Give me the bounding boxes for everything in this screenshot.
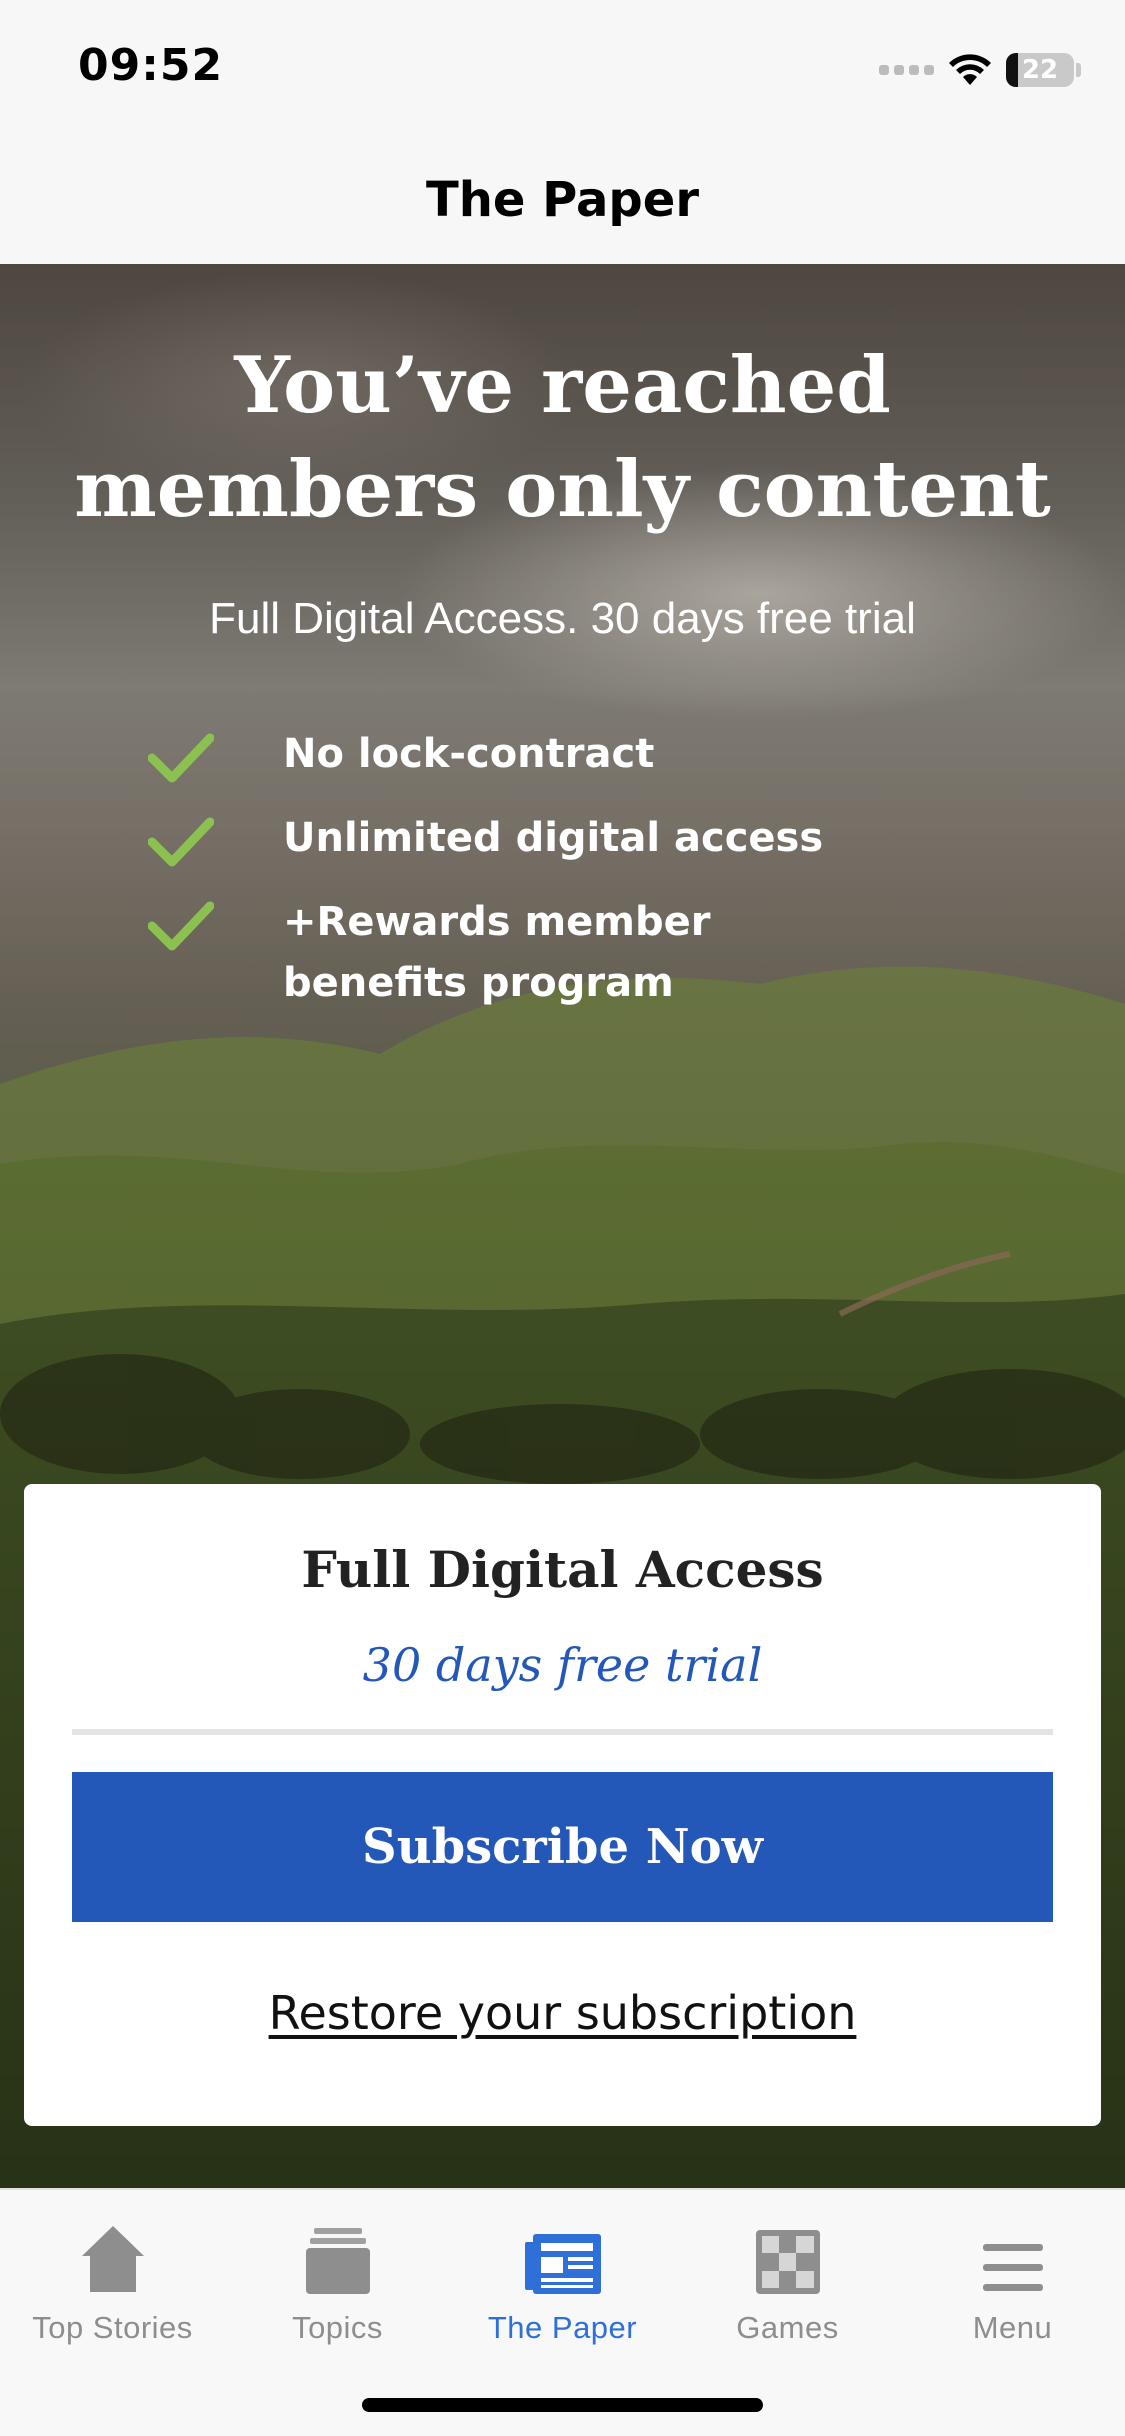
offer-card: Full Digital Access 30 days free trial S… (24, 1484, 1101, 2126)
paywall-heading: You’ve reached members only content (74, 340, 1051, 535)
checkmark-icon (148, 817, 214, 867)
benefits-list: No lock-contract Unlimited digital acces… (148, 724, 1048, 1028)
checkmark-icon (148, 733, 214, 783)
tab-top-stories[interactable]: Top Stories (0, 2204, 225, 2354)
status-time: 09:52 (78, 40, 224, 91)
tab-label: Top Stories (32, 2310, 193, 2345)
tab-menu[interactable]: Menu (900, 2204, 1125, 2354)
benefit-text: +Rewards member benefits program (283, 899, 711, 1006)
benefit-item: Unlimited digital access (148, 808, 1048, 878)
home-icon (81, 2226, 144, 2292)
tab-the-paper[interactable]: The Paper (450, 2204, 675, 2354)
subscribe-now-button[interactable]: Subscribe Now (72, 1772, 1053, 1922)
checkmark-icon (148, 901, 214, 951)
tab-games[interactable]: Games (675, 2204, 900, 2354)
benefit-item: No lock-contract (148, 724, 1048, 794)
paywall-subtitle: Full Digital Access. 30 days free trial (209, 594, 916, 643)
divider (72, 1729, 1053, 1735)
page-title: The Paper (425, 172, 700, 228)
tab-label: Games (736, 2310, 839, 2345)
offer-trial: 30 days free trial (362, 1638, 763, 1692)
offer-title: Full Digital Access (301, 1540, 824, 1599)
battery-icon: 22 (1006, 53, 1074, 87)
battery-level: 22 (1021, 55, 1059, 85)
navigation-bar: The Paper (0, 136, 1125, 264)
status-bar: 09:52 22 (0, 0, 1125, 136)
tab-topics[interactable]: Topics (225, 2204, 450, 2354)
tab-label: The Paper (487, 2310, 638, 2345)
cellular-signal-icon (879, 65, 934, 75)
checkerboard-icon (755, 2230, 820, 2294)
newspaper-icon (524, 2234, 601, 2294)
wifi-icon (949, 54, 991, 85)
hamburger-menu-icon (982, 2244, 1043, 2291)
benefit-text: Unlimited digital access (283, 815, 824, 861)
home-indicator[interactable] (362, 2398, 763, 2412)
restore-subscription-link[interactable]: Restore your subscription (24, 1986, 1101, 2040)
benefit-text: No lock-contract (283, 731, 655, 777)
tab-label: Topics (292, 2310, 383, 2345)
battery-cap (1076, 63, 1081, 77)
benefit-item: +Rewards member benefits program (148, 892, 1048, 1014)
tab-label: Menu (972, 2310, 1053, 2345)
status-icons: 22 (879, 48, 1081, 92)
topics-stack-icon (305, 2228, 370, 2294)
